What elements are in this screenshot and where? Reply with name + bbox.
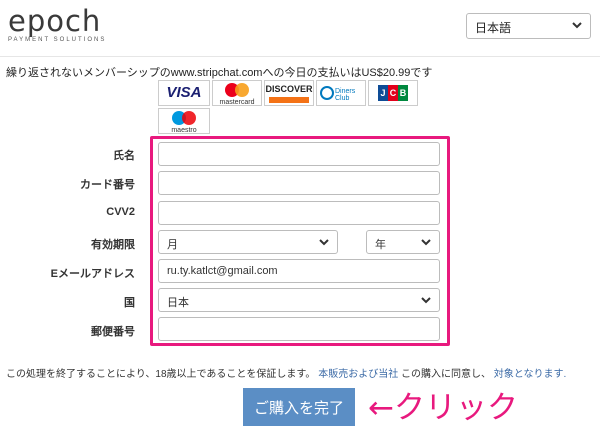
card-number-label: カード番号	[80, 179, 135, 191]
logo-tagline: PAYMENT SOLUTIONS	[8, 37, 107, 43]
card-number-input[interactable]	[158, 171, 440, 195]
maestro-circles	[172, 111, 196, 125]
language-value: 日本語	[475, 21, 512, 35]
terms-note: この処理を終了することにより、18歳以上であることを保証します。 本販売および当…	[6, 365, 566, 380]
terms-link-sale[interactable]: 本販売および当社	[318, 369, 398, 380]
logo-text: epoch	[8, 4, 102, 38]
terms-text-2: この購入に同意し、	[401, 369, 491, 380]
mastercard-label: mastercard	[219, 99, 255, 106]
year-value: 年	[375, 239, 386, 251]
language-select[interactable]: 日本語	[466, 13, 591, 39]
chevron-down-icon	[421, 239, 431, 246]
postal-code-label: 郵便番号	[91, 326, 135, 338]
month-value: 月	[167, 239, 178, 251]
email-input[interactable]: ru.ty.katlct@gmail.com	[158, 259, 440, 283]
postal-code-input[interactable]	[158, 317, 440, 341]
email-label: Eメールアドレス	[50, 268, 135, 280]
chevron-down-icon	[572, 22, 582, 29]
diners-circle-icon	[320, 86, 334, 100]
name-label: 氏名	[113, 150, 135, 162]
complete-purchase-button[interactable]: ご購入を完了	[243, 388, 355, 426]
country-select[interactable]: 日本	[158, 288, 440, 312]
email-value: ru.ty.katlct@gmail.com	[167, 265, 278, 277]
mastercard-card-icon: mastercard	[212, 80, 262, 106]
chevron-down-icon	[421, 297, 431, 304]
payment-summary: 繰り返されないメンバーシップのwww.stripchat.comへの今日の支払い…	[6, 67, 433, 79]
expiry-label: 有効期限	[91, 239, 135, 251]
cvv-label: CVV2	[106, 206, 135, 218]
name-input[interactable]	[158, 142, 440, 166]
epoch-logo: epoch PAYMENT SOLUTIONS	[8, 6, 106, 43]
mastercard-circles	[225, 83, 249, 97]
visa-label: VISA	[166, 84, 202, 101]
maestro-card-icon: maestro	[158, 108, 210, 134]
terms-link-covered[interactable]: 対象となります.	[494, 369, 566, 380]
cvv-input[interactable]	[158, 201, 440, 225]
terms-text-1: この処理を終了することにより、18歳以上であることを保証します。	[6, 369, 316, 380]
country-value: 日本	[167, 297, 189, 309]
maestro-label: maestro	[171, 127, 197, 134]
click-annotation: ←クリック	[368, 390, 518, 426]
jcb-card-icon: J C B	[368, 80, 418, 106]
discover-label: DISCOVER	[265, 84, 313, 94]
header-divider	[0, 56, 600, 57]
diners-label: Diners Club	[335, 88, 356, 102]
discover-card-icon: DISCOVER	[264, 80, 314, 106]
country-label: 国	[124, 297, 135, 309]
expiry-month-select[interactable]: 月	[158, 230, 338, 254]
expiry-year-select[interactable]: 年	[366, 230, 440, 254]
chevron-down-icon	[319, 239, 329, 246]
visa-card-icon: VISA	[158, 80, 210, 106]
diners-card-icon: Diners Club	[316, 80, 366, 106]
